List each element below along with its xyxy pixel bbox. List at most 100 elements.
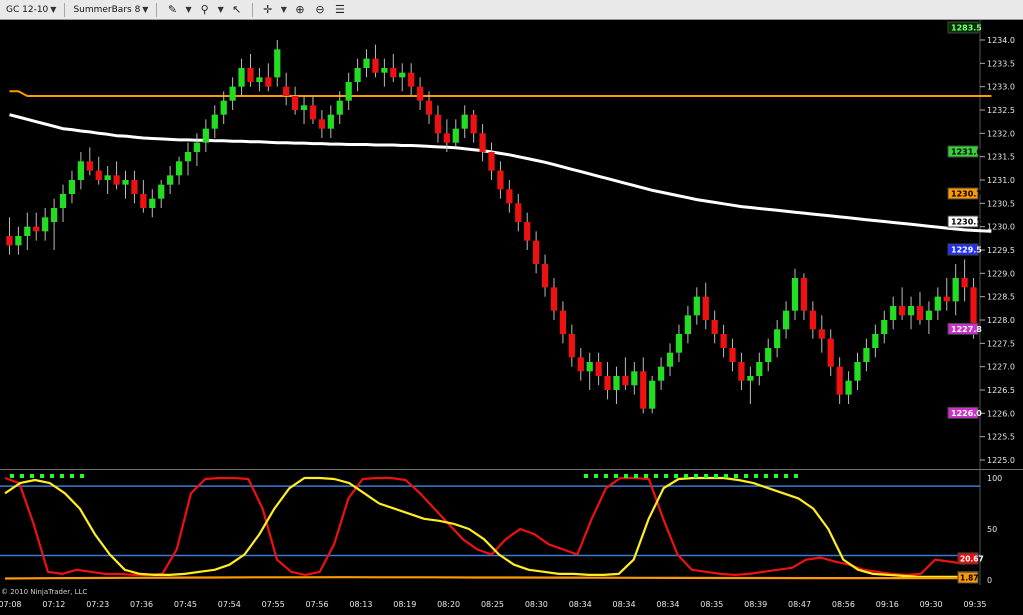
candle [818, 315, 825, 353]
candle-body [533, 240, 540, 264]
candle-body [702, 296, 709, 320]
candle-body [577, 357, 584, 372]
candle [515, 194, 522, 232]
candle [791, 268, 799, 320]
zoom-out-icon[interactable]: ⊖ [313, 3, 327, 17]
candle-body [461, 114, 468, 129]
instrument-selector[interactable]: GC 12-10 ▼ [6, 5, 56, 15]
candle-body [729, 348, 736, 362]
bar-type-label: SummerBars 8 [73, 4, 141, 15]
wand-icon[interactable]: ⚲ [198, 3, 212, 17]
price-panel[interactable]: 1234.0 1233.5 1233.0 1232.5 1232.0 1231.5 1231… [0, 20, 1023, 470]
price-badge: 1283.5 [947, 21, 982, 34]
candle [229, 77, 236, 110]
candle-body [399, 72, 406, 78]
orange-channel-line [9, 90, 992, 97]
price-axis-label: 1230.5 [987, 199, 1015, 208]
candle-body [782, 310, 790, 330]
candle-body [818, 329, 825, 339]
candle-body [756, 362, 763, 376]
chevron-down-icon[interactable]: ▼ [218, 5, 224, 14]
cursor-icon[interactable]: ↖ [230, 3, 244, 17]
candle [961, 259, 968, 302]
price-badge-text: 1229.5 [951, 246, 982, 255]
candle-body [640, 371, 647, 409]
price-axis-label: 1227.0 [987, 363, 1015, 372]
candle [354, 58, 361, 92]
candle-body [720, 334, 727, 348]
candle-body [541, 264, 549, 288]
price-badge-text: 1283.5 [951, 24, 982, 33]
time-axis-label: 09:30 [919, 600, 943, 609]
signal-dot [30, 474, 34, 478]
candle [881, 310, 888, 344]
oscillator-panel[interactable]: 10050020.672.451.87 [0, 470, 1023, 585]
signal-dot [714, 474, 718, 478]
chevron-down-icon[interactable]: ▼ [185, 5, 191, 14]
candle [247, 54, 254, 87]
time-axis-label: 08:20 [437, 600, 461, 609]
candle [568, 324, 575, 367]
signal-dot [60, 474, 64, 478]
candle [666, 343, 674, 376]
chevron-down-icon[interactable]: ▼ [281, 5, 287, 14]
time-axis-label: 08:25 [480, 600, 505, 609]
candle [622, 357, 629, 390]
bar-type-selector[interactable]: SummerBars 8 ▼ [73, 5, 148, 15]
candle-body [559, 310, 567, 334]
candle-body [934, 296, 941, 311]
candle [541, 254, 549, 297]
pencil-icon[interactable]: ✎ [165, 3, 179, 17]
candle-body [881, 320, 888, 334]
signal-dot [40, 474, 44, 478]
candle [318, 110, 326, 138]
time-axis-label: 08:47 [788, 600, 812, 609]
price-badge: 1227.8 [947, 322, 982, 335]
candle [408, 63, 415, 96]
candle [265, 63, 272, 92]
candle-body [898, 306, 906, 316]
candle [943, 278, 950, 311]
candle [916, 292, 924, 325]
price-axis-label: 1231.0 [987, 176, 1015, 185]
candle [488, 142, 495, 180]
candle [836, 357, 843, 404]
candle-body [220, 100, 227, 115]
time-axis-label: 08:30 [524, 600, 548, 609]
candle [827, 329, 834, 376]
candle-body [122, 180, 129, 185]
candle [470, 110, 477, 143]
crosshair-icon[interactable]: ✛ [261, 3, 275, 17]
time-axis-label: 07:12 [42, 600, 66, 609]
candle [640, 357, 647, 414]
price-axis-label: 1233.0 [987, 83, 1015, 92]
candle [461, 105, 468, 138]
time-axis-label: 08:39 [744, 600, 768, 609]
price-badge-text: 1230.7 [951, 190, 982, 199]
candle [854, 352, 861, 390]
price-badge: 1226.0 [947, 406, 982, 419]
candle [782, 301, 790, 339]
signal-dot [674, 474, 678, 478]
oscillator-chart: 10050020.672.451.87 [0, 470, 1002, 585]
signal-dot [744, 474, 748, 478]
candle [524, 212, 531, 250]
ninjatrader-chart-window: GC 12-10 ▼ SummerBars 8 ▼ ✎ ▼ ⚲ ▼ ↖ ✛ ▼ … [0, 0, 1023, 615]
time-axis-label: 07:36 [130, 600, 154, 609]
signal-dot [80, 474, 84, 478]
candle-body [283, 86, 290, 96]
candle-body [711, 320, 718, 334]
zoom-in-icon[interactable]: ⊕ [293, 3, 307, 17]
candle-body [175, 161, 183, 176]
candle-body [443, 133, 450, 143]
candle [238, 58, 245, 96]
price-axis-label: 1228.0 [987, 316, 1015, 325]
properties-icon[interactable]: ☰ [333, 3, 347, 17]
candle [657, 357, 665, 390]
candle [800, 273, 808, 320]
time-axis-label: 07:56 [305, 600, 329, 609]
candle [68, 170, 76, 204]
price-axis-label: 1232.0 [987, 129, 1015, 138]
time-axis-label: 09:35 [963, 600, 987, 609]
candle-body [631, 371, 638, 386]
